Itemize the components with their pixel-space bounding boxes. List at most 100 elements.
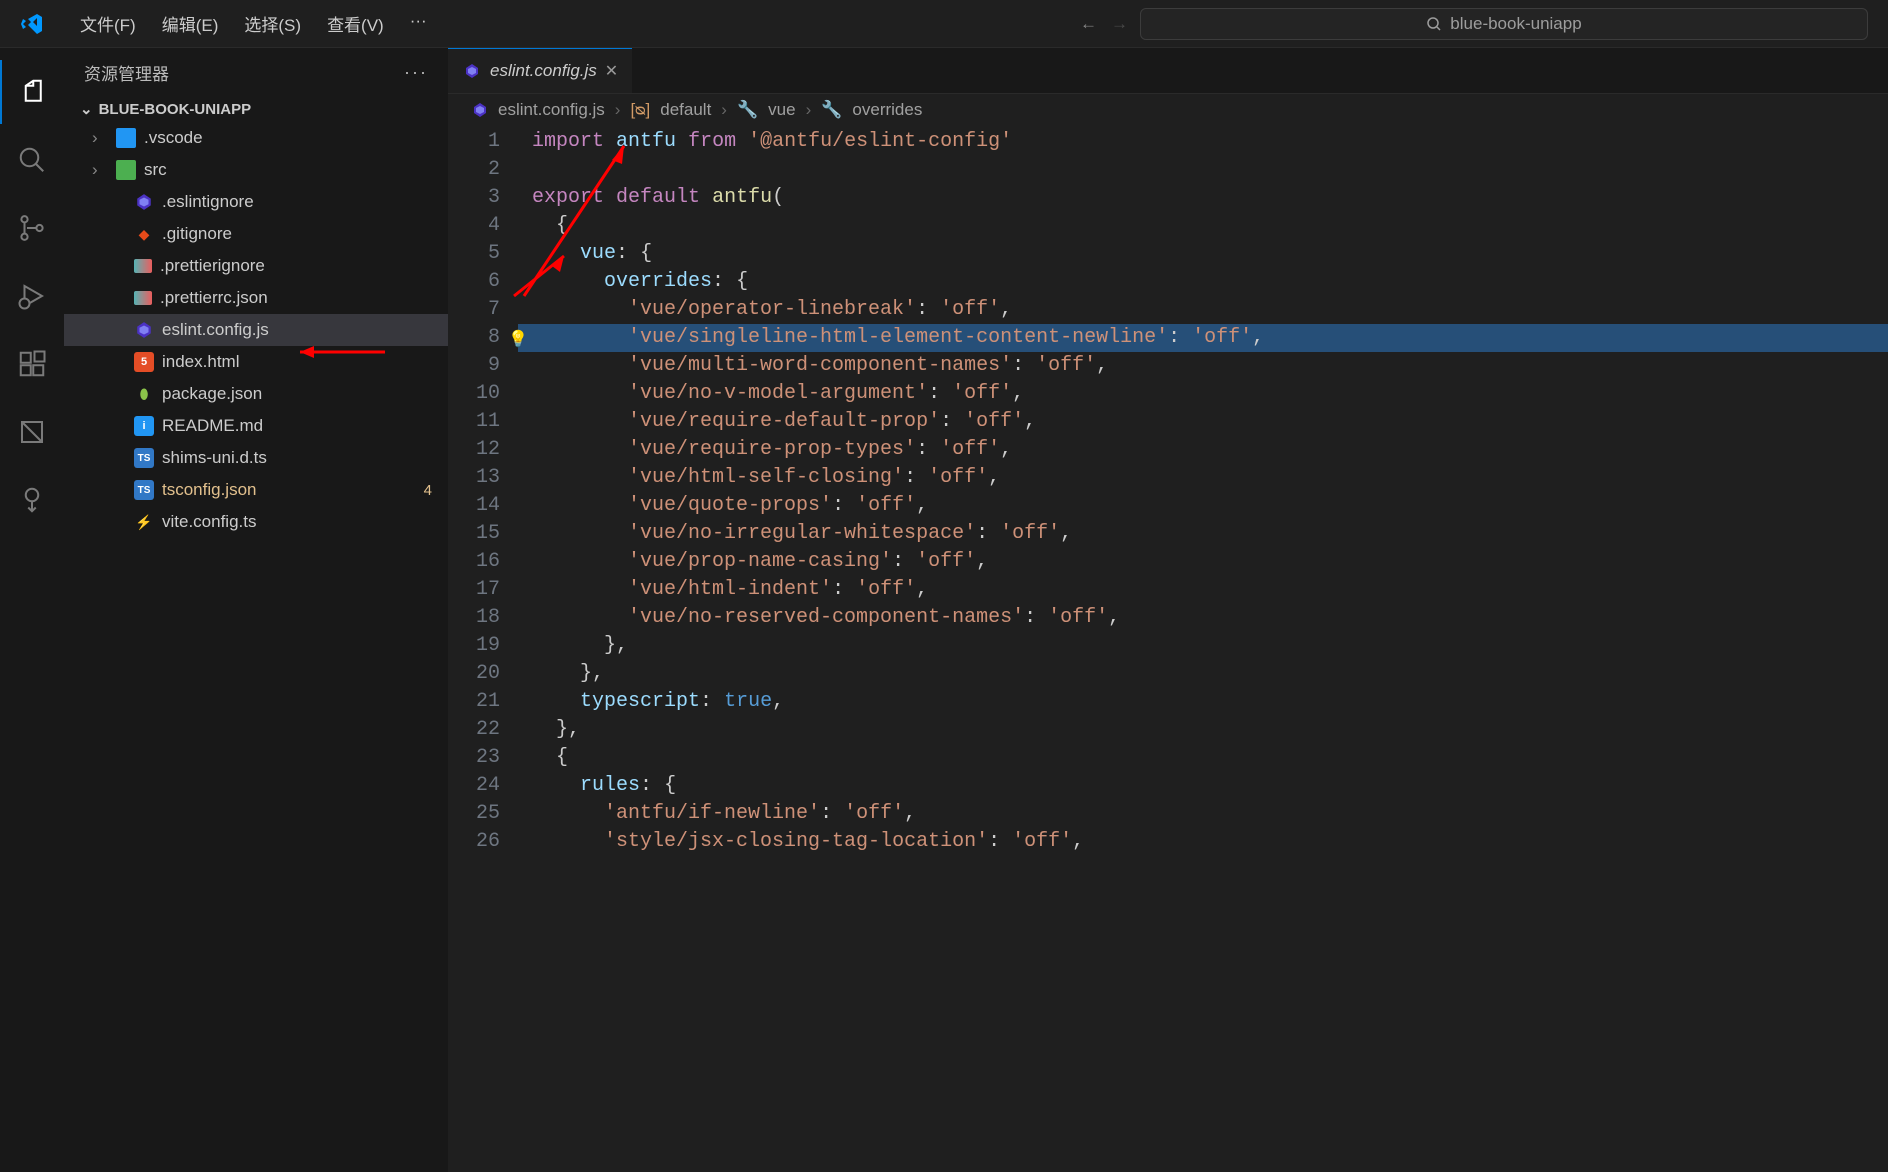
tree-root[interactable]: ⌄ BLUE-BOOK-UNIAPP — [64, 96, 448, 122]
nav-forward-icon[interactable]: → — [1111, 14, 1128, 34]
file-row-tsconfig-json[interactable]: TStsconfig.json4 — [64, 474, 448, 506]
chevron-right-icon: › — [92, 128, 108, 148]
annotation-arrow — [290, 340, 390, 364]
code-area[interactable]: 1234567891011121314151617181920212223242… — [448, 126, 1888, 1172]
menu-edit[interactable]: 编辑(E) — [150, 5, 231, 42]
code-line-4[interactable]: { — [518, 212, 1888, 240]
code-line-22[interactable]: }, — [518, 716, 1888, 744]
file-row--gitignore[interactable]: ◆.gitignore — [64, 218, 448, 250]
activity-explorer[interactable] — [0, 60, 64, 124]
close-icon[interactable]: ✕ — [605, 61, 618, 81]
chevron-right-icon: › — [721, 100, 727, 120]
breadcrumb-default[interactable]: default — [660, 100, 711, 120]
code-line-26[interactable]: 'style/jsx-closing-tag-location': 'off', — [518, 828, 1888, 856]
code-line-5[interactable]: vue: { — [518, 240, 1888, 268]
file-row-vite-config-ts[interactable]: ⚡vite.config.ts — [64, 506, 448, 538]
file-row--eslintignore[interactable]: .eslintignore — [64, 186, 448, 218]
file-label: src — [144, 160, 448, 180]
file-label: .gitignore — [162, 224, 448, 244]
nav-back-icon[interactable]: ← — [1080, 14, 1097, 34]
command-center-text: blue-book-uniapp — [1450, 14, 1581, 34]
code-line-17[interactable]: 'vue/html-indent': 'off', — [518, 576, 1888, 604]
code-line-9[interactable]: 'vue/multi-word-component-names': 'off', — [518, 352, 1888, 380]
activity-scm[interactable] — [0, 196, 64, 260]
activity-debug[interactable] — [0, 264, 64, 328]
file-label: README.md — [162, 416, 448, 436]
breadcrumb-vue[interactable]: vue — [768, 100, 795, 120]
file-label: eslint.config.js — [162, 320, 448, 340]
code-line-2[interactable] — [518, 156, 1888, 184]
lightbulb-icon[interactable]: 💡 — [508, 326, 528, 354]
code-line-8[interactable]: 💡 'vue/singleline-html-element-content-n… — [518, 324, 1888, 352]
file-row--vscode[interactable]: › .vscode — [64, 122, 448, 154]
breadcrumb[interactable]: eslint.config.js › [ᴓ] default › 🔧 vue ›… — [448, 94, 1888, 126]
tab-label: eslint.config.js — [490, 61, 597, 81]
file-row-eslint-config-js[interactable]: eslint.config.js — [64, 314, 448, 346]
sidebar-explorer: 资源管理器 ··· ⌄ BLUE-BOOK-UNIAPP › .vscode › sr… — [64, 48, 448, 1172]
editor-area: eslint.config.js ✕ eslint.config.js › [ᴓ… — [448, 48, 1888, 1172]
activity-tree-icon[interactable] — [0, 468, 64, 532]
code-line-15[interactable]: 'vue/no-irregular-whitespace': 'off', — [518, 520, 1888, 548]
code-line-7[interactable]: 'vue/operator-linebreak': 'off', — [518, 296, 1888, 324]
annotation-arrow — [504, 246, 584, 306]
file-label: package.json — [162, 384, 448, 404]
code-line-20[interactable]: }, — [518, 660, 1888, 688]
brackets-icon: [ᴓ] — [630, 100, 650, 120]
code-line-21[interactable]: typescript: true, — [518, 688, 1888, 716]
menu-file[interactable]: 文件(F) — [68, 5, 148, 42]
activity-search[interactable] — [0, 128, 64, 192]
code-line-10[interactable]: 'vue/no-v-model-argument': 'off', — [518, 380, 1888, 408]
file-label: vite.config.ts — [162, 512, 448, 532]
file-row-src[interactable]: › src — [64, 154, 448, 186]
wrench-icon: 🔧 — [737, 100, 758, 120]
title-bar: 文件(F) 编辑(E) 选择(S) 查看(V) ··· ← → blue-boo… — [0, 0, 1888, 48]
breadcrumb-overrides[interactable]: overrides — [852, 100, 922, 120]
vscode-logo-icon — [16, 12, 48, 36]
code-line-12[interactable]: 'vue/require-prop-types': 'off', — [518, 436, 1888, 464]
file-label: tsconfig.json — [162, 480, 416, 500]
file-label: .prettierrc.json — [160, 288, 448, 308]
file-label: .vscode — [144, 128, 448, 148]
file-row--prettierignore[interactable]: .prettierignore — [64, 250, 448, 282]
file-row-shims-uni-d-ts[interactable]: TSshims-uni.d.ts — [64, 442, 448, 474]
code-line-3[interactable]: export default antfu( — [518, 184, 1888, 212]
chevron-down-icon: ⌄ — [80, 100, 93, 118]
code-line-24[interactable]: rules: { — [518, 772, 1888, 800]
code-line-14[interactable]: 'vue/quote-props': 'off', — [518, 492, 1888, 520]
code-line-11[interactable]: 'vue/require-default-prop': 'off', — [518, 408, 1888, 436]
menu-select[interactable]: 选择(S) — [232, 5, 313, 42]
file-label: .prettierignore — [160, 256, 448, 276]
file-badge: 4 — [424, 482, 432, 499]
tab-bar: eslint.config.js ✕ — [448, 48, 1888, 94]
file-label: shims-uni.d.ts — [162, 448, 448, 468]
sidebar-header: 资源管理器 ··· — [64, 48, 448, 96]
chevron-right-icon: › — [92, 160, 108, 180]
code-line-23[interactable]: { — [518, 744, 1888, 772]
eslint-icon — [462, 61, 482, 81]
search-icon — [1426, 16, 1442, 32]
file-row-index-html[interactable]: 5index.html — [64, 346, 448, 378]
file-row-package-json[interactable]: ⬮package.json — [64, 378, 448, 410]
code-line-1[interactable]: import antfu from '@antfu/eslint-config' — [518, 128, 1888, 156]
code-line-16[interactable]: 'vue/prop-name-casing': 'off', — [518, 548, 1888, 576]
file-label: .eslintignore — [162, 192, 448, 212]
tree-root-label: BLUE-BOOK-UNIAPP — [99, 101, 252, 118]
tab-eslint-config[interactable]: eslint.config.js ✕ — [448, 48, 632, 93]
menu-more[interactable]: ··· — [398, 5, 439, 42]
breadcrumb-file[interactable]: eslint.config.js — [498, 100, 605, 120]
code-line-18[interactable]: 'vue/no-reserved-component-names': 'off'… — [518, 604, 1888, 632]
sidebar-more-icon[interactable]: ··· — [404, 62, 428, 83]
file-row--prettierrc-json[interactable]: .prettierrc.json — [64, 282, 448, 314]
file-tree: › .vscode › src .eslintignore ◆.gitignore .pre… — [64, 122, 448, 1172]
code-body[interactable]: import antfu from '@antfu/eslint-config'… — [518, 126, 1888, 1172]
file-row-README-md[interactable]: iREADME.md — [64, 410, 448, 442]
code-line-13[interactable]: 'vue/html-self-closing': 'off', — [518, 464, 1888, 492]
code-line-6[interactable]: overrides: { — [518, 268, 1888, 296]
menu-view[interactable]: 查看(V) — [315, 5, 396, 42]
activity-extensions[interactable] — [0, 332, 64, 396]
code-line-25[interactable]: 'antfu/if-newline': 'off', — [518, 800, 1888, 828]
activity-git-icon[interactable] — [0, 400, 64, 464]
activity-bar — [0, 48, 64, 1172]
code-line-19[interactable]: }, — [518, 632, 1888, 660]
command-center[interactable]: blue-book-uniapp — [1140, 8, 1868, 40]
